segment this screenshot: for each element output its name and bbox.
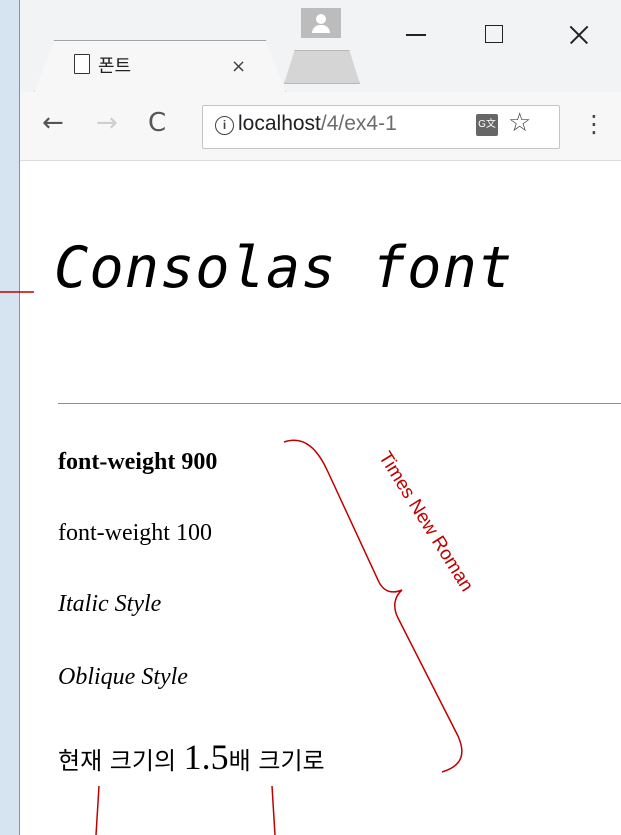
annotation-layer: [0, 291, 463, 835]
pointer-under-big: [271, 785, 276, 835]
pointer-under-jae: [95, 785, 100, 835]
brace-bracket: [283, 439, 463, 773]
